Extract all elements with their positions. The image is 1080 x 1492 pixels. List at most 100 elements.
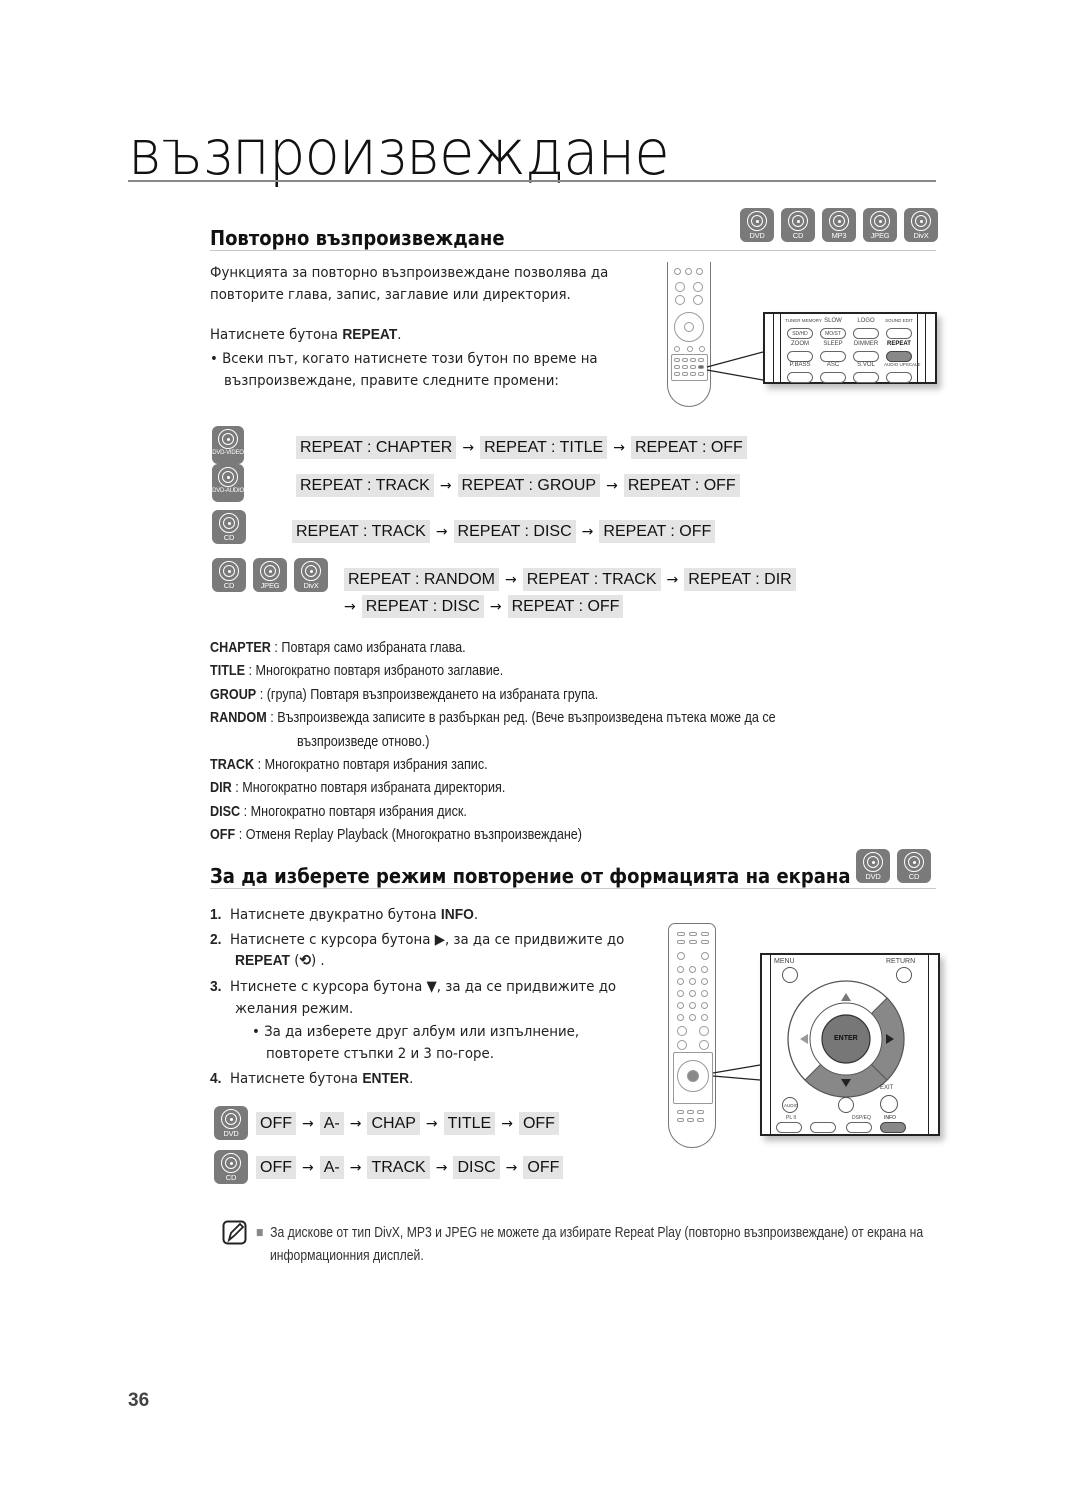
disc-badge-divx: DivX [904,208,938,242]
disc-icon [219,513,239,533]
step-2: 2. Натиснете с курсора бутона ▶, за да с… [210,929,624,951]
remote-button-s-vol[interactable] [853,372,879,383]
remote-label: SLEEP [823,341,843,347]
disc-badge-dvd: DVD [740,208,774,242]
sequence-badges: CD [212,510,253,544]
arrow-icon: → [489,598,502,615]
mode-chip: A- [319,1156,344,1179]
definition-off: OFF : Отменя Replay Playback (Многократн… [210,823,582,847]
definition-desc: : Многократно повтаря избрания запис. [254,756,488,773]
mode-button[interactable] [776,1122,802,1133]
remote-button-sound-edit[interactable] [886,328,912,339]
remote-illustration-1: TUNER MEMORY SD/HD SLOW MO/ST LOGO SOUND EDIT… [655,262,945,412]
note-line-2: информационния дисплей. [270,1248,424,1264]
section1-rule [210,250,936,251]
note-bullet-icon: ■ [256,1225,271,1241]
section1-badges: DVD CD MP3 JPEG DivX [740,208,945,242]
badge-label: DVD-AUDIO [212,488,244,494]
definition-term: GROUP [210,685,257,703]
mode-chip: CHAP [367,1112,420,1135]
remote-button-asc[interactable] [820,372,846,383]
disc-badge-dvd-video: DVD-VIDEO [212,426,244,464]
remote-button-p-bass[interactable] [787,372,813,383]
remote-button-logo[interactable] [853,328,879,339]
mode-chip: REPEAT : DISC [361,595,484,618]
mode-chip: REPEAT : OFF [599,520,716,543]
section2-heading: За да изберете режим повторение от форма… [210,864,851,888]
definition-term: RANDOM [210,709,267,727]
step-suffix: . [409,1071,414,1087]
disc-icon [829,211,849,231]
mode-chip: REPEAT : TITLE [480,436,608,459]
definition-desc-cont: възпроизведе отново.) [297,732,430,750]
sub-bullet-text: За да изберете друг албум или изпълнение… [264,1024,580,1040]
arrow-icon: → [581,523,594,540]
disc-badge-jpeg: JPEG [253,558,287,592]
definition-disc: DISC : Многократно повтаря избрания диск… [210,800,467,824]
disc-badge-divx: DivX [294,558,328,592]
badge-label: DVD [223,1129,239,1138]
sequence-badges: DVD-VIDEO [212,426,251,464]
repeat-ref: REPEAT [235,952,290,969]
definition-random: RANDOM : Възпроизвежда записите в разбър… [210,706,776,730]
remote-button-dimmer[interactable] [853,351,879,362]
definition-track: TRACK : Многократно повтаря избрания зап… [210,753,488,777]
definition-chapter: CHAPTER : Повтаря само избраната глава. [210,636,466,660]
definition-title: TITLE : Многократно повтаря избраното за… [210,659,503,683]
remote-button-repeat[interactable] [886,351,912,362]
enter-label: ENTER [834,1035,858,1042]
arrow-icon: → [435,523,448,540]
mode-chip: DISC [453,1156,500,1179]
bullet-text: Всеки път, когато натиснете този бутон п… [222,351,598,367]
info-button[interactable] [880,1122,906,1133]
disc-icon [219,561,239,581]
mode-chip: OFF [256,1156,296,1179]
disc-icon [788,211,808,231]
effect-button[interactable] [810,1122,836,1133]
badge-label: CD [908,872,920,881]
remote-button-text: MO/ST [825,331,841,337]
remote-button-audio-upscale[interactable] [886,372,912,383]
remote-button-slow[interactable]: MO/ST [820,328,846,339]
badge-label: DVD [749,231,765,240]
step-1: 1. Натиснете двукратно бутона INFO. [210,904,478,926]
disc-icon [747,211,767,231]
badge-label: DivX [303,581,319,590]
sequence-badges: CD [214,1150,255,1184]
step-3: 3. Нтиснете с курсора бутона ▼, за да се… [210,976,616,998]
paren-open: ( [289,953,300,969]
audio-label: AUDIO [784,1103,799,1108]
dsp-button[interactable] [846,1122,872,1133]
bullet-icon: • [210,351,223,367]
exit-button[interactable] [880,1095,898,1113]
remote-label: ASC [826,362,840,368]
subtitle-button[interactable] [838,1097,854,1113]
remote-label: P.BASS [789,362,811,368]
remote-label: DIMMER [853,341,879,347]
arrow-icon: → [504,571,517,588]
paren-close: ) . [310,953,325,969]
repeat-icon: ⟲ [299,952,311,969]
mode-chip: REPEAT : GROUP [457,474,601,497]
mode-chip: OFF [256,1112,296,1135]
remote-button-sleep[interactable] [820,351,846,362]
badge-label: DVD-VIDEO [212,450,244,456]
remote-button-tuner-memory[interactable]: SD/HD [787,328,813,339]
step-text: Натиснете с курсора бутона ▶, за да се п… [229,932,625,948]
section2-rule [210,888,936,889]
definition-term: TITLE [210,662,246,680]
remote-button-zoom[interactable] [787,351,813,362]
remote-label: REPEAT [887,341,911,347]
remote-label: S.VOL [857,362,875,368]
definition-dir: DIR : Многократно повтаря избраната дире… [210,776,505,800]
intro-line-1: Функцията за повторно възпроизвеждане по… [210,265,609,281]
disc-icon [904,852,924,872]
press-repeat-text: Натиснете бутона REPEAT. [210,324,402,346]
repeat-sequence: REPEAT : TRACK → REPEAT : DISC → REPEAT : OF… [292,520,716,543]
repeat-sequence: REPEAT : TRACK → REPEAT : GROUP → REPEAT : O… [296,474,740,497]
disc-badge-cd: CD [214,1150,248,1184]
repeat-sequence: REPEAT : CHAPTER → REPEAT : TITLE → REPEAT :… [296,436,747,459]
sequence-badges: DVD-AUDIO [212,464,251,502]
mode-chip: REPEAT : DIR [684,568,796,591]
note-line-1: ■ За дискове от тип DivX, MP3 и JPEG не … [256,1222,923,1246]
